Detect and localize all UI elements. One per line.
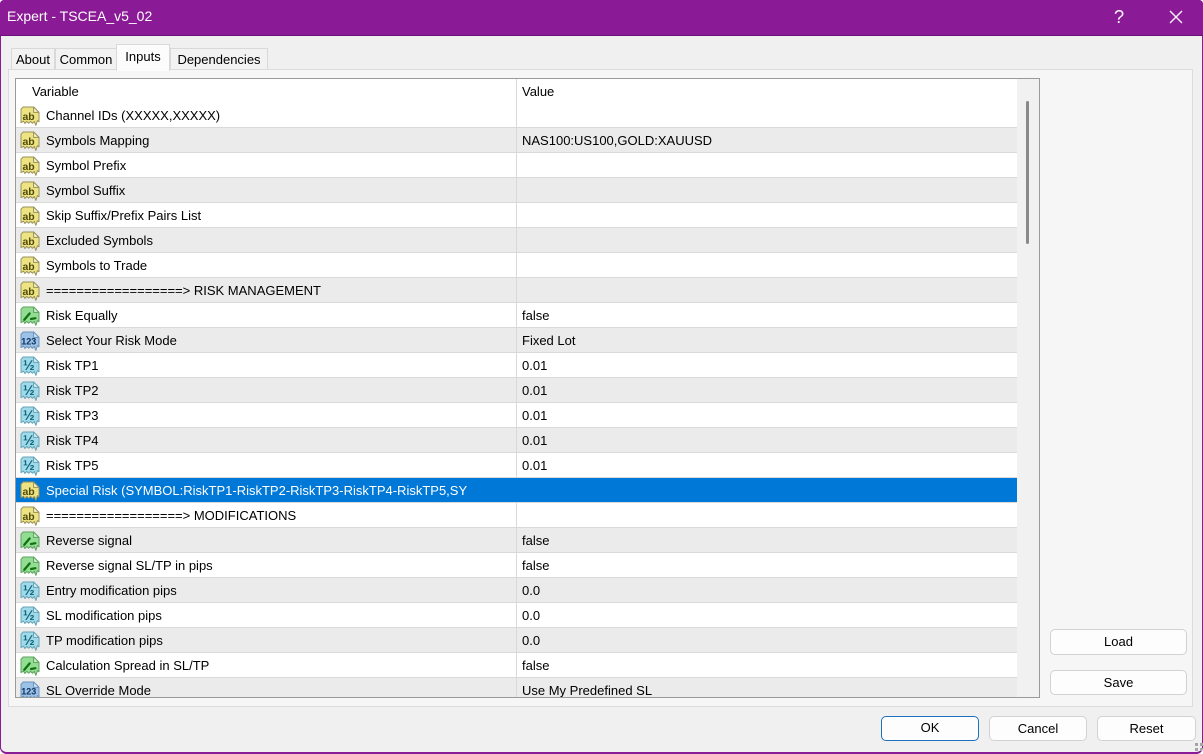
- svg-text:ab: ab: [22, 260, 34, 272]
- svg-text:ab: ab: [22, 160, 34, 172]
- svg-text:ab: ab: [22, 210, 34, 222]
- svg-text:½: ½: [23, 607, 35, 623]
- svg-text:½: ½: [23, 432, 35, 448]
- svg-text:ab: ab: [22, 135, 34, 147]
- svg-text:123: 123: [21, 686, 36, 696]
- svg-text:½: ½: [23, 632, 35, 648]
- svg-text:ab: ab: [22, 235, 34, 247]
- svg-text:½: ½: [23, 407, 35, 423]
- svg-text:½: ½: [23, 582, 35, 598]
- svg-text:ab: ab: [22, 485, 34, 497]
- svg-text:ab: ab: [22, 510, 34, 522]
- svg-text:ab: ab: [22, 110, 34, 122]
- svg-text:123: 123: [21, 336, 36, 346]
- svg-text:ab: ab: [22, 285, 34, 297]
- svg-text:½: ½: [23, 382, 35, 398]
- svg-text:½: ½: [23, 457, 35, 473]
- svg-text:½: ½: [23, 357, 35, 373]
- svg-text:ab: ab: [22, 185, 34, 197]
